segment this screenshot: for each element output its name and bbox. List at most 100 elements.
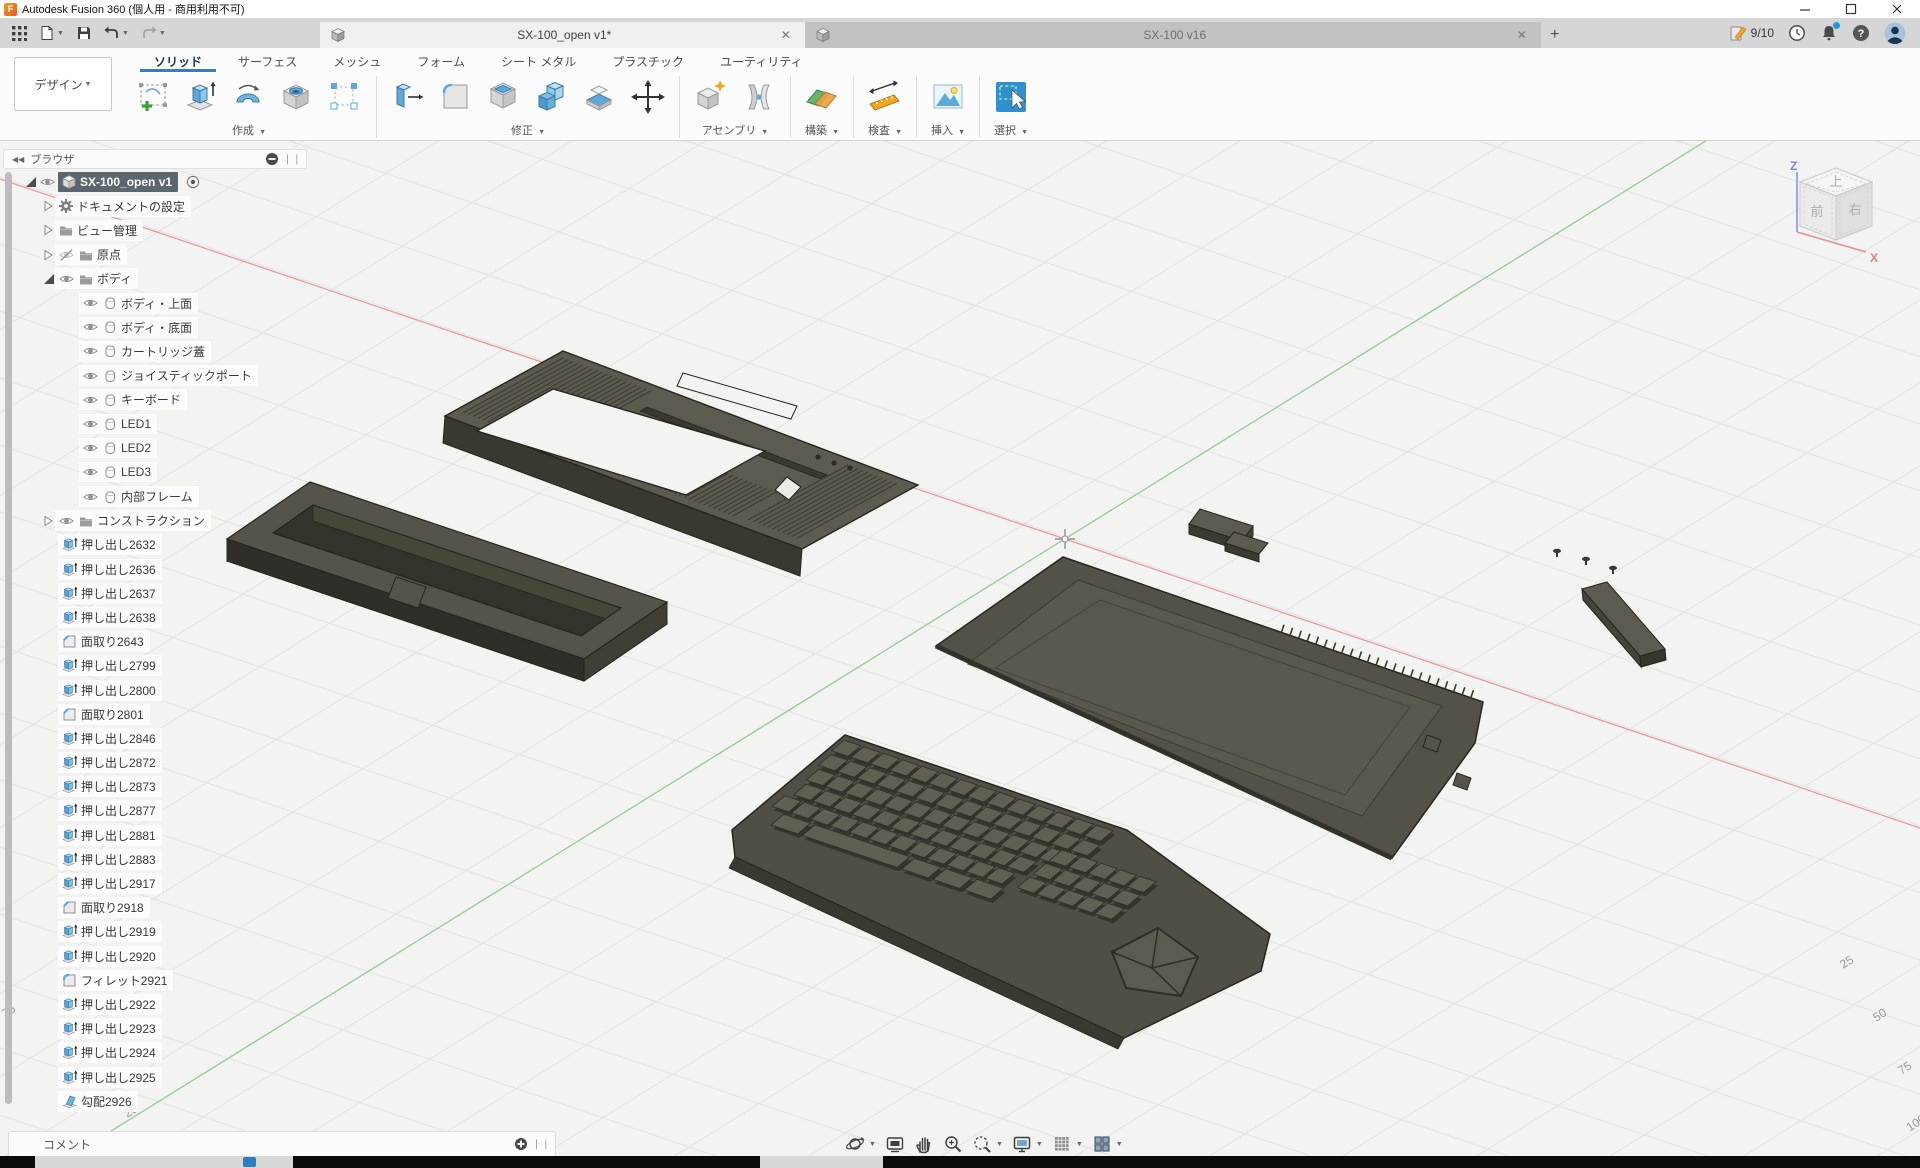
ribbon-tab-5[interactable]: プラスチック [598,48,698,72]
feature-list-item[interactable]: 押し出し2846 [14,726,258,750]
close-button[interactable] [1874,0,1920,18]
eye-icon[interactable] [82,416,99,432]
new-tab-button[interactable]: + [1541,22,1569,48]
feature-list-item[interactable]: 押し出し2638 [14,605,258,629]
offset-face-button[interactable] [577,75,623,119]
browser-panel-header[interactable]: ◀◀ ブラウザ ❘❘ [3,149,307,169]
expand-icon[interactable] [40,513,55,529]
group-label-6[interactable]: 選択 ▼ [994,122,1028,138]
eye-icon[interactable] [82,440,99,456]
ribbon-tab-1[interactable]: サーフェス [224,48,311,72]
browser-tree-item[interactable]: LED3 [14,460,258,484]
model-canvas[interactable]: ZX上前右 [0,0,1920,1168]
feature-list-item[interactable]: 押し出し2923 [14,1017,258,1041]
measure-button[interactable] [862,75,908,119]
browser-tree-item[interactable]: ビュー管理 [14,218,258,242]
feature-list-item[interactable]: フィレット2921 [14,968,258,992]
panel-resize-handle[interactable]: ❘❘ [532,1139,551,1150]
browser-tree-item[interactable]: ボディ・上面 [14,291,258,315]
close-tab-icon[interactable]: ✕ [777,28,795,42]
close-tab-icon[interactable]: ✕ [1513,28,1531,42]
eye-icon[interactable] [82,464,99,480]
group-label-5[interactable]: 挿入 ▼ [931,122,965,138]
document-tab-0[interactable]: SX-100_open v1* ✕ [320,22,805,48]
collapse-icon[interactable] [40,271,55,287]
browser-tree-item[interactable]: ドキュメントの設定 [14,194,258,218]
group-label-2[interactable]: アセンブリ ▼ [702,122,768,138]
maximize-button[interactable] [1828,0,1874,18]
browser-tree-item[interactable]: 内部フレーム [14,484,258,508]
feature-list-item[interactable]: 面取り2801 [14,702,258,726]
feature-list-item[interactable]: 押し出し2873 [14,775,258,799]
display-settings-button[interactable]: ▼ [1012,1134,1043,1154]
eye-icon[interactable] [82,295,99,311]
eye-icon[interactable] [58,513,75,529]
look-at-button[interactable] [885,1134,905,1154]
browser-tree-item[interactable]: ボディ [14,267,258,291]
fit-button[interactable]: ▼ [972,1134,1003,1154]
taskbar-app-icon[interactable] [243,1157,256,1167]
feature-list-item[interactable]: 押し出し2800 [14,678,258,702]
group-label-1[interactable]: 修正 ▼ [511,122,545,138]
eye-hidden-icon[interactable] [58,247,75,263]
insert-image-button[interactable] [925,75,971,119]
eye-icon[interactable] [82,368,99,384]
collapse-panel-icon[interactable]: ◀◀ [12,155,24,164]
create-sketch-button[interactable] [130,75,176,119]
feature-list-item[interactable]: 押し出し2637 [14,581,258,605]
ribbon-tab-0[interactable]: ソリッド [140,48,216,72]
minimize-button[interactable] [1782,0,1828,18]
browser-tree-item[interactable]: コンストラクション [14,509,258,533]
expand-icon[interactable] [40,198,55,214]
feature-list-item[interactable]: 押し出し2632 [14,533,258,557]
viewports-button[interactable]: ▼ [1092,1134,1123,1154]
browser-tree-item[interactable]: ジョイスティックポート [14,364,258,388]
feature-list-item[interactable]: 押し出し2917 [14,871,258,895]
zoom-button[interactable] [943,1134,963,1154]
feature-list-item[interactable]: 押し出し2919 [14,920,258,944]
app-grid-button[interactable] [8,24,31,43]
ribbon-tab-4[interactable]: シート メタル [487,48,590,72]
comment-bar[interactable]: コメント ❘❘ [8,1131,556,1157]
feature-list-item[interactable]: 押し出し2925 [14,1065,258,1089]
eye-icon[interactable] [82,343,99,359]
rectangular-pattern-button[interactable] [322,75,368,119]
eye-icon[interactable] [39,174,56,190]
move-button[interactable] [625,75,671,119]
notifications-bell-icon[interactable] [1820,24,1838,42]
joint-button[interactable] [736,75,782,119]
browser-tree-item[interactable]: キーボード [14,388,258,412]
feature-list-item[interactable]: 勾配2926 [14,1089,258,1113]
grid-settings-button[interactable]: ▼ [1052,1134,1083,1154]
combine-button[interactable] [529,75,575,119]
fillet-button[interactable] [433,75,479,119]
group-label-3[interactable]: 構築 ▼ [805,122,839,138]
feature-list-item[interactable]: 面取り2918 [14,896,258,920]
feature-list-item[interactable]: 押し出し2636 [14,557,258,581]
hole-button[interactable] [274,75,320,119]
feature-list-item[interactable]: 押し出し2924 [14,1041,258,1065]
group-label-0[interactable]: 作成 ▼ [232,122,266,138]
extrude-button[interactable] [178,75,224,119]
job-status[interactable]: 9/10 [1729,24,1774,42]
construction-plane-button[interactable] [799,75,845,119]
feature-list-item[interactable]: 面取り2643 [14,630,258,654]
feature-list-item[interactable]: 押し出し2799 [14,654,258,678]
ribbon-tab-3[interactable]: フォーム [403,48,479,72]
panel-resize-handle[interactable]: ❘❘ [283,154,302,165]
document-tab-1[interactable]: SX-100 v16 ✕ [805,22,1541,48]
eye-icon[interactable] [82,319,99,335]
feature-list-item[interactable]: 押し出し2920 [14,944,258,968]
collapse-icon[interactable] [22,174,37,190]
browser-tree-item[interactable]: SX-100_open v1 [14,170,258,194]
extensions-clock-icon[interactable] [1788,24,1806,42]
feature-list-item[interactable]: 押し出し2883 [14,847,258,871]
browser-tree-item[interactable]: 原点 [14,243,258,267]
avatar[interactable] [1884,22,1906,44]
feature-list-item[interactable]: 押し出し2872 [14,751,258,775]
file-button[interactable]: ▼ [35,23,68,43]
pan-button[interactable] [914,1134,934,1154]
feature-list-item[interactable]: 押し出し2922 [14,992,258,1016]
browser-scrollbar[interactable] [5,172,12,1104]
shell-button[interactable] [481,75,527,119]
